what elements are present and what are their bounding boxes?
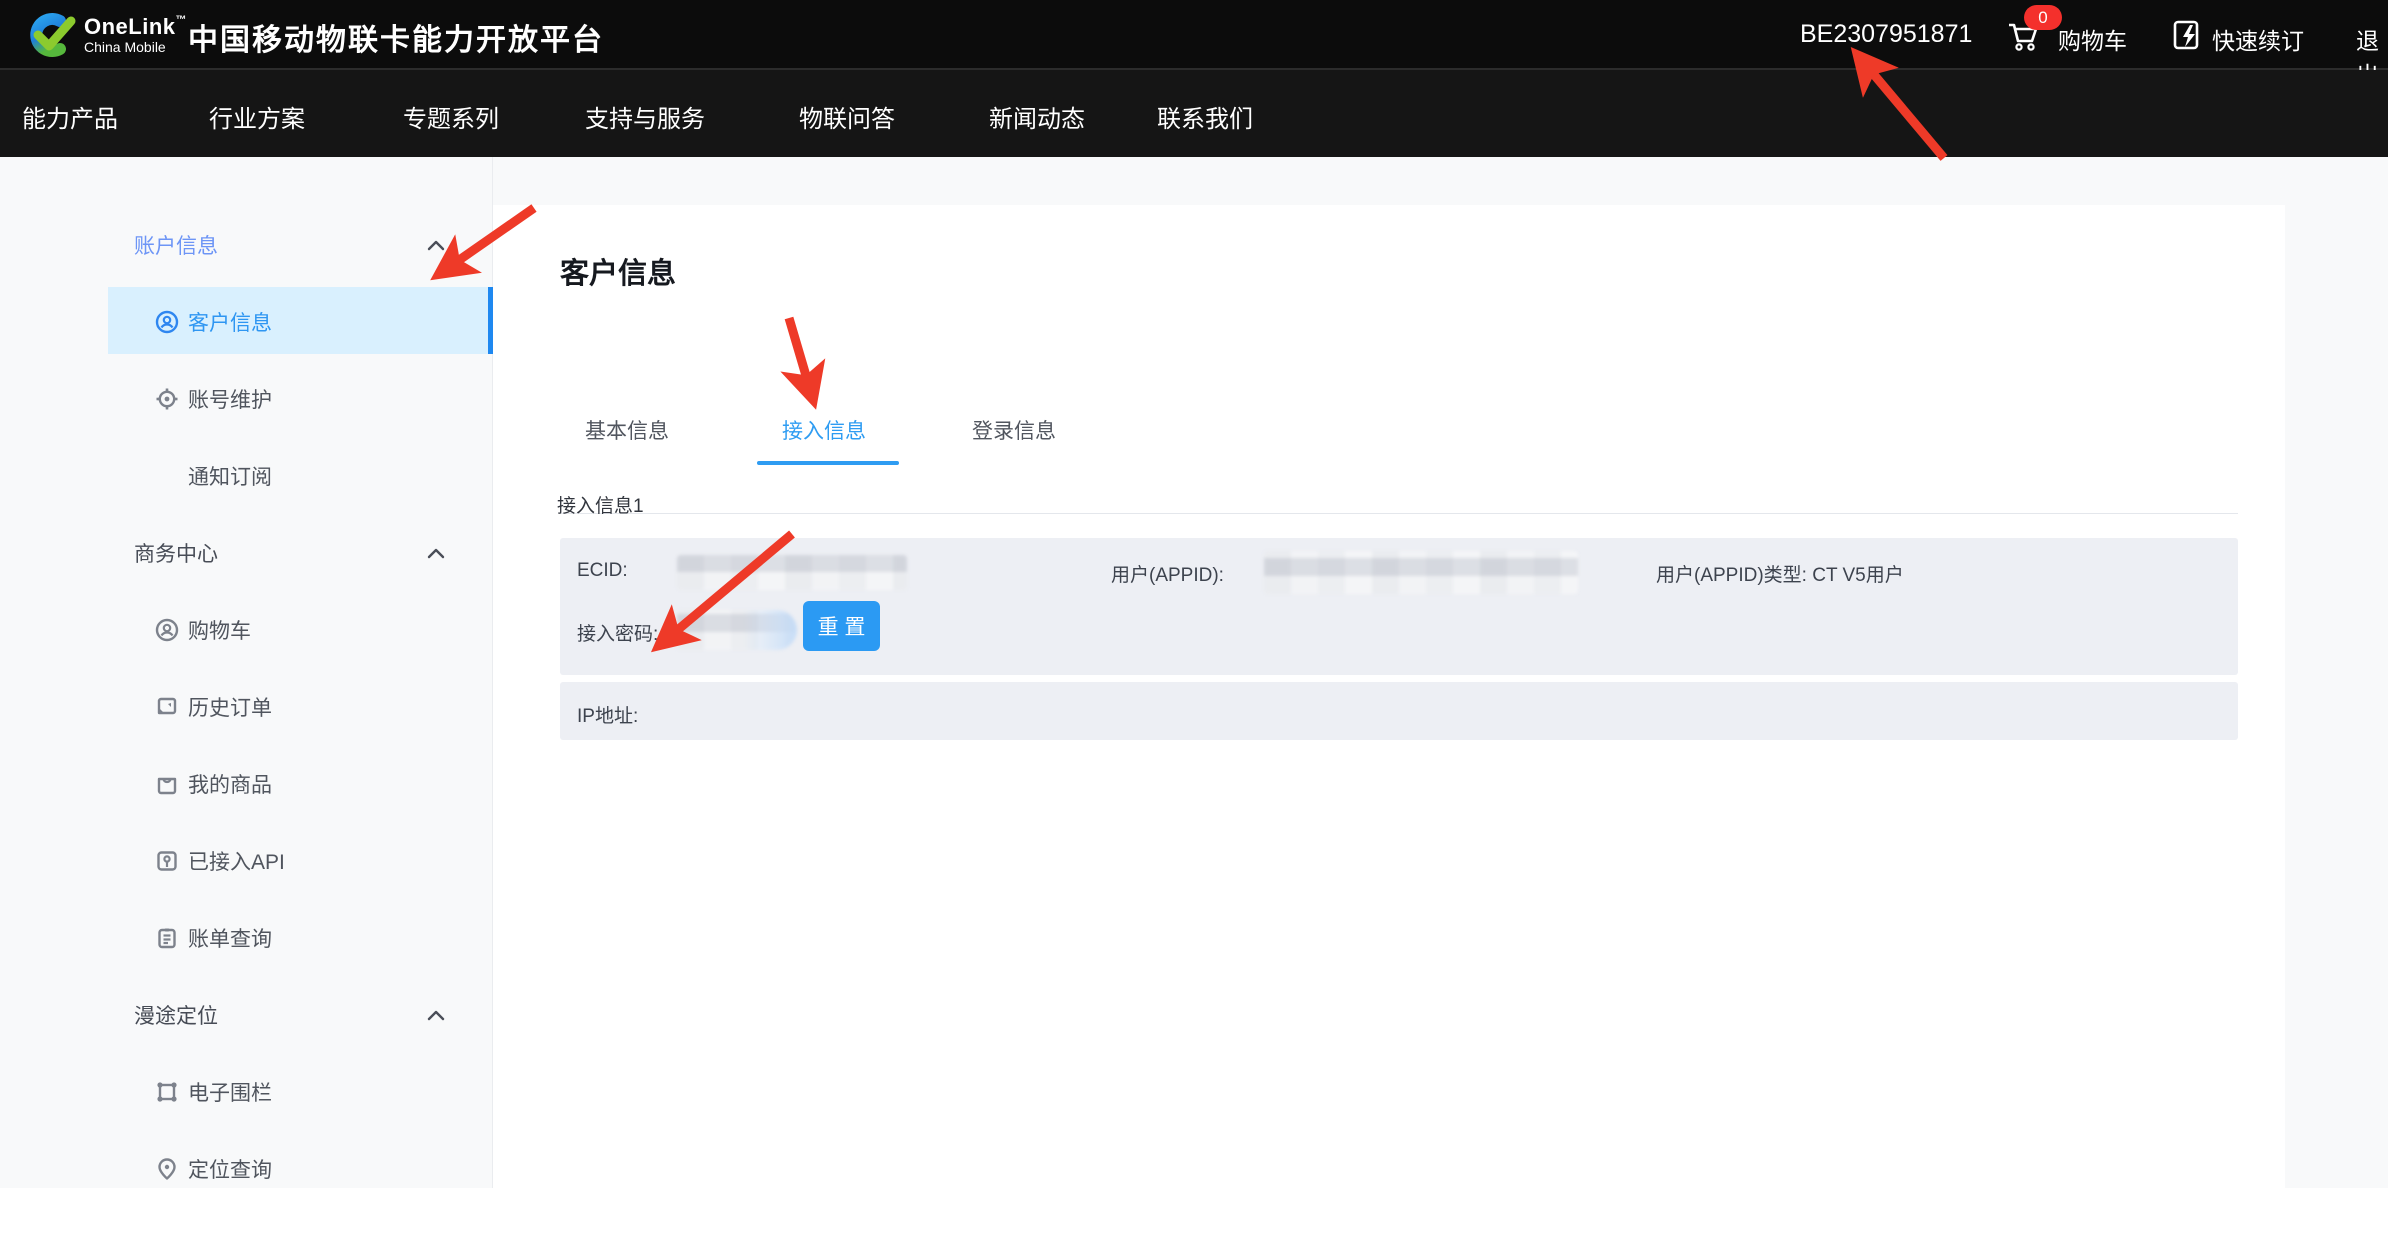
sidebar-item-label: 定位查询: [188, 1154, 272, 1184]
sidebar-group-label: 漫途定位: [134, 1000, 218, 1030]
nav-item-1[interactable]: 能力产品: [22, 99, 118, 134]
fence-icon: [155, 1080, 179, 1104]
chevron-up-icon: [427, 547, 445, 559]
appid-value-redacted: [1264, 551, 1578, 594]
page-title: 客户信息: [560, 250, 676, 292]
ecid-value-redacted: [677, 555, 907, 590]
sidebar-menu: 账户信息 客户信息 账号维护 通知订阅 商务中心 购物车: [0, 157, 493, 1188]
tab-bar-border: [560, 513, 2238, 514]
account-id: BE2307951871: [1800, 20, 1972, 49]
chevron-up-icon: [427, 1009, 445, 1021]
quick-renew-link[interactable]: 快速续订: [2212, 22, 2304, 56]
user-circle-icon: [155, 310, 179, 334]
sidebar-group-label: 账户信息: [134, 230, 218, 260]
appid-type-value: CT V5用户: [1812, 565, 1904, 586]
top-logo-bar: OneLink™ China Mobile 中国移动物联卡能力开放平台 BE23…: [0, 0, 2388, 70]
user-circle-icon: [155, 618, 179, 642]
location-pin-icon: [155, 1157, 179, 1181]
sidebar-group-1[interactable]: 账户信息: [0, 206, 493, 283]
ip-address-box: IP地址:: [560, 682, 2238, 740]
tab-2[interactable]: 接入信息: [782, 415, 866, 445]
history-order-icon: [155, 695, 179, 719]
nav-item-3[interactable]: 专题系列: [403, 99, 499, 134]
sidebar-item-label: 购物车: [188, 615, 251, 645]
nav-item-6[interactable]: 新闻动态: [989, 99, 1085, 134]
sidebar-item-2[interactable]: 客户信息: [0, 283, 493, 360]
active-tab-underline: [757, 461, 899, 465]
sidebar-item-13[interactable]: 定位查询: [0, 1130, 493, 1188]
sidebar-item-label: 通知订阅: [188, 461, 272, 491]
sidebar-item-label: 已接入API: [188, 846, 285, 876]
sidebar-group-5[interactable]: 商务中心: [0, 514, 493, 591]
sidebar-item-4[interactable]: 通知订阅: [0, 437, 493, 514]
access-password-label: 接入密码:: [577, 619, 658, 646]
quick-renew-icon[interactable]: [2172, 19, 2204, 53]
tab-3[interactable]: 登录信息: [972, 415, 1056, 445]
sidebar-item-3[interactable]: 账号维护: [0, 360, 493, 437]
sidebar-item-label: 客户信息: [188, 307, 272, 337]
chevron-up-icon: [427, 239, 445, 251]
api-icon: [155, 849, 179, 873]
onelink-portal-screen: OneLink™ China Mobile 中国移动物联卡能力开放平台 BE23…: [0, 0, 2388, 1236]
sidebar-item-12[interactable]: 电子围栏: [0, 1053, 493, 1130]
sidebar-group-label: 商务中心: [134, 538, 218, 568]
cart-badge: 0: [2024, 5, 2062, 30]
access-info-box: ECID: 用户(APPID): 用户(APPID)类型: CT V5用户 接入…: [560, 538, 2238, 675]
access-password-redacted: [677, 610, 797, 650]
sidebar-item-9[interactable]: 已接入API: [0, 822, 493, 899]
sidebar-item-6[interactable]: 购物车: [0, 591, 493, 668]
appid-type-field: 用户(APPID)类型: CT V5用户: [1656, 560, 1904, 587]
sidebar-item-10[interactable]: 账单查询: [0, 899, 493, 976]
nav-item-7[interactable]: 联系我们: [1157, 99, 1253, 134]
nav-item-2[interactable]: 行业方案: [209, 99, 305, 134]
trademark-symbol: ™: [176, 14, 188, 26]
bill-icon: [155, 926, 179, 950]
onelink-logo-icon: [22, 11, 80, 59]
ecid-label: ECID:: [577, 560, 628, 582]
sidebar-item-label: 我的商品: [188, 769, 272, 799]
ip-address-label: IP地址:: [577, 701, 638, 728]
appid-type-label: 用户(APPID)类型:: [1656, 565, 1807, 586]
appid-label: 用户(APPID):: [1111, 560, 1224, 587]
sidebar-item-label: 账单查询: [188, 923, 272, 953]
sidebar-item-label: 历史订单: [188, 692, 272, 722]
site-title: 中国移动物联卡能力开放平台: [188, 15, 604, 59]
nav-item-5[interactable]: 物联问答: [799, 99, 895, 134]
tab-1[interactable]: 基本信息: [585, 415, 669, 445]
cart-link[interactable]: 购物车: [2058, 22, 2127, 56]
sidebar-item-8[interactable]: 我的商品: [0, 745, 493, 822]
brand-subtitle: China Mobile: [84, 39, 166, 55]
sidebar-item-7[interactable]: 历史订单: [0, 668, 493, 745]
main-content-panel: 客户信息 基本信息 接入信息 登录信息 接入信息1 ECID: 用户(APPID):…: [493, 205, 2285, 1188]
brand-name: OneLink™: [84, 14, 187, 40]
nav-item-4[interactable]: 支持与服务: [585, 99, 705, 134]
sidebar-item-label: 账号维护: [188, 384, 272, 414]
sidebar-item-label: 电子围栏: [188, 1077, 272, 1107]
bag-icon: [155, 772, 179, 796]
active-item-bar: [488, 287, 493, 354]
gear-icon: [155, 387, 179, 411]
reset-password-button[interactable]: 重 置: [803, 601, 880, 651]
access-info-section-label: 接入信息1: [557, 491, 644, 518]
sidebar-group-11[interactable]: 漫途定位: [0, 976, 493, 1053]
